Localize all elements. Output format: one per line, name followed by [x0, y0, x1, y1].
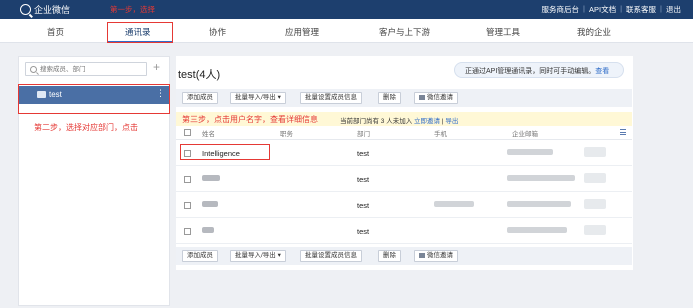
nav-management-tools[interactable]: 管理工具 [486, 26, 520, 38]
link-contact-support[interactable]: 联系客服 [626, 4, 656, 15]
notice: 当前部门尚有 3 人未加入 立即邀请 | 导出 [340, 115, 458, 125]
link-api-docs[interactable]: API文档 [589, 4, 616, 15]
column-header-title[interactable]: 职务 [280, 128, 293, 138]
redacted-name[interactable] [202, 201, 218, 207]
row-checkbox[interactable] [184, 228, 191, 235]
redacted-badge [584, 147, 606, 157]
add-member-button[interactable]: 添加成员 [182, 250, 218, 262]
redacted-name[interactable] [202, 227, 214, 233]
delete-button[interactable]: 删除 [378, 250, 401, 262]
notice-separator: | [441, 118, 444, 125]
redacted-name[interactable] [202, 175, 220, 181]
table-row[interactable]: test [176, 218, 632, 244]
redacted-email [507, 149, 553, 155]
wechat-invite-label: 微信邀请 [427, 252, 453, 259]
page-title: test(4人) [178, 69, 221, 81]
redacted-email [507, 175, 575, 181]
nav-collaboration[interactable]: 协作 [209, 26, 226, 38]
row-checkbox[interactable] [184, 202, 191, 209]
annotation-step2: 第二步，选择对应部门，点击 [34, 123, 138, 132]
invite-icon [419, 95, 425, 100]
column-header-phone[interactable]: 手机 [434, 128, 447, 138]
add-department-icon[interactable]: + [153, 61, 160, 73]
annotation-box-nav [107, 22, 173, 43]
redacted-badge [584, 173, 606, 183]
nav-my-enterprise[interactable]: 我的企业 [577, 26, 611, 38]
brand-name: 企业微信 [34, 5, 71, 15]
search-input[interactable] [40, 63, 144, 75]
table-row[interactable]: test [176, 166, 632, 192]
search-box[interactable] [25, 62, 147, 76]
batch-set-button[interactable]: 批量设置成员信息 [300, 250, 362, 262]
annotation-box-department [18, 84, 170, 114]
top-links: 服务商后台 | API文档 | 联系客服 | 退出 [542, 4, 681, 15]
column-header-department[interactable]: 部门 [357, 128, 370, 138]
redacted-badge [584, 225, 606, 235]
import-export-button[interactable]: 批量导入/导出 ▾ [230, 250, 286, 262]
wecom-logo-icon [20, 4, 31, 15]
member-panel: test(4人) 正通过API管理通讯录，同时可手动编辑。查看 添加成员 批量导… [176, 56, 633, 270]
api-banner: 正通过API管理通讯录，同时可手动编辑。查看 [454, 62, 624, 78]
invite-icon [419, 253, 425, 258]
member-department: test [357, 227, 370, 236]
select-all-checkbox[interactable] [184, 129, 191, 136]
nav-home[interactable]: 首页 [47, 26, 64, 38]
nav-customers[interactable]: 客户与上下游 [379, 26, 430, 38]
column-settings-icon[interactable] [620, 129, 626, 135]
column-header-name[interactable]: 姓名 [202, 128, 215, 138]
invite-now-link[interactable]: 立即邀请 [414, 118, 440, 125]
brand[interactable]: 企业微信 [20, 3, 70, 16]
separator: | [620, 4, 623, 13]
wechat-invite-label: 微信邀请 [427, 94, 453, 101]
separator: | [660, 4, 662, 13]
member-department: test [357, 201, 370, 210]
wechat-invite-button[interactable]: 微信邀请 [414, 250, 458, 262]
redacted-email [507, 201, 571, 207]
annotation-box-member-name [180, 144, 270, 160]
row-checkbox[interactable] [184, 176, 191, 183]
top-bar: 企业微信 第一步，选择 服务商后台 | API文档 | 联系客服 | 退出 [0, 0, 693, 19]
redacted-email [507, 227, 567, 233]
notice-bar: 第三步，点击用户名字，查看详细信息 当前部门尚有 3 人未加入 立即邀请 | 导… [176, 112, 632, 126]
column-header-email[interactable]: 企业邮箱 [512, 128, 538, 138]
nav-app-management[interactable]: 应用管理 [285, 26, 319, 38]
link-logout[interactable]: 退出 [666, 4, 681, 15]
notice-text: 当前部门尚有 3 人未加入 [340, 118, 413, 125]
batch-set-button[interactable]: 批量设置成员信息 [300, 92, 362, 104]
separator: | [583, 4, 585, 13]
add-member-button[interactable]: 添加成员 [182, 92, 218, 104]
toolbar-top: 添加成员 批量导入/导出 ▾ 批量设置成员信息 删除 微信邀请 [176, 89, 632, 107]
main-nav: 首页 通讯录 协作 应用管理 客户与上下游 管理工具 我的企业 [0, 19, 693, 43]
redacted-phone [434, 201, 474, 207]
table-row[interactable]: test [176, 192, 632, 218]
toolbar-bottom: 添加成员 批量导入/导出 ▾ 批量设置成员信息 删除 微信邀请 [176, 247, 632, 265]
redacted-badge [584, 199, 606, 209]
wechat-invite-button[interactable]: 微信邀请 [414, 92, 458, 104]
import-export-button[interactable]: 批量导入/导出 ▾ [230, 92, 286, 104]
annotation-step1: 第一步，选择 [110, 5, 155, 14]
member-department: test [357, 175, 370, 184]
link-service-provider[interactable]: 服务商后台 [542, 4, 580, 15]
api-banner-text: 正通过API管理通讯录，同时可手动编辑。 [465, 68, 596, 75]
export-link[interactable]: 导出 [445, 118, 458, 125]
annotation-step3: 第三步，点击用户名字，查看详细信息 [182, 115, 318, 124]
delete-button[interactable]: 删除 [378, 92, 401, 104]
api-banner-link[interactable]: 查看 [595, 68, 609, 75]
member-department: test [357, 149, 370, 158]
search-icon [30, 66, 37, 73]
